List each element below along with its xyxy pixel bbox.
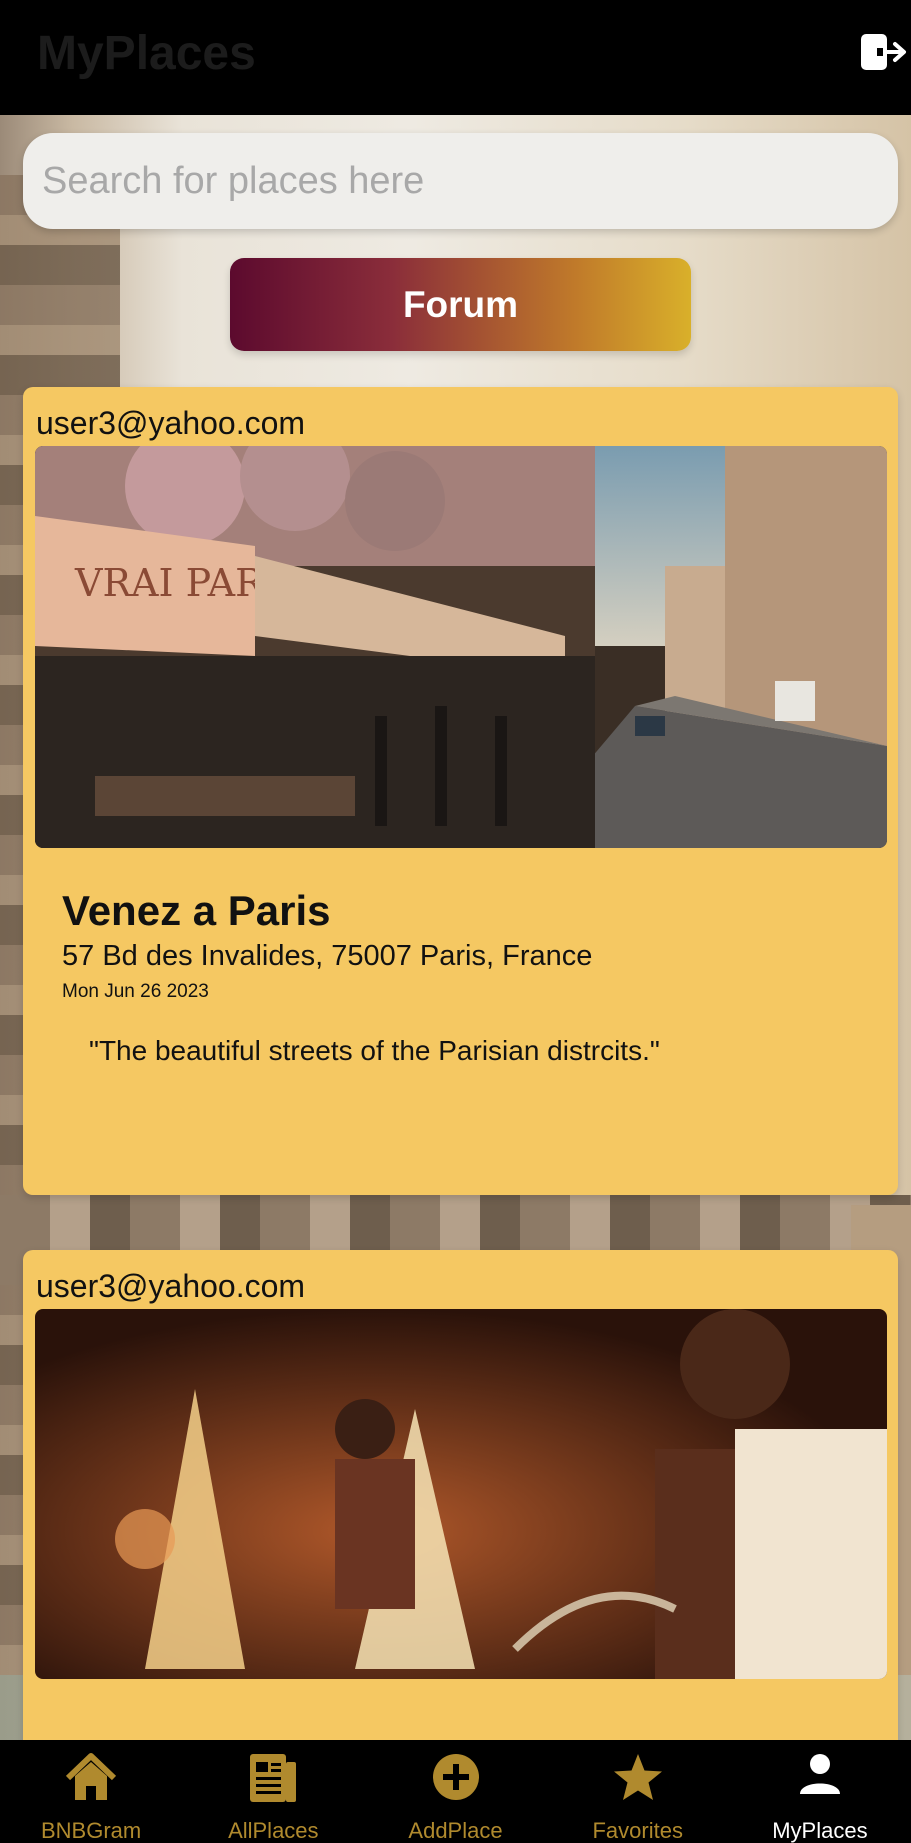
card-user-email: user3@yahoo.com [36,405,306,441]
card-user-email: user3@yahoo.com [36,1268,306,1304]
nav-item-addplace[interactable]: AddPlace [364,1740,546,1843]
nav-label: BNBGram [40,1818,142,1843]
home-icon [66,1753,117,1800]
place-description: "The beautiful streets of the Parisian d… [89,1035,660,1066]
place-card[interactable]: user3@yahoo.com VRAI PARIs Venez a Paris… [23,387,898,1195]
nav-label: AddPlace [408,1818,503,1843]
search-bar[interactable] [23,133,898,229]
add-circle-icon [432,1754,479,1800]
nav-label: AllPlaces [228,1818,319,1843]
nav-item-allplaces[interactable]: AllPlaces [182,1740,364,1843]
place-photo [35,1309,887,1679]
place-address: 57 Bd des Invalides, 75007 Paris, France [62,940,593,972]
place-date: Mon Jun 26 2023 [62,981,209,1002]
nav-item-bnbgram[interactable]: BNBGram [0,1740,182,1843]
person-icon [799,1754,840,1794]
app-header: MyPlaces [0,0,911,115]
place-photo: VRAI PARIs [35,446,887,848]
nav-item-myplaces[interactable]: MyPlaces [729,1740,911,1843]
place-title: Venez a Paris [62,887,331,934]
forum-button[interactable]: Forum [230,258,691,351]
bottom-navigation: BNBGram AllPlaces AddPlace Favorites MyP… [0,1740,911,1843]
nav-item-favorites[interactable]: Favorites [547,1740,729,1843]
nav-label: MyPlaces [772,1818,868,1843]
place-card[interactable]: user3@yahoo.com [23,1250,898,1750]
logout-icon[interactable] [859,30,909,74]
list-icon [250,1754,297,1802]
page-title: MyPlaces [37,27,256,80]
star-icon [613,1754,662,1800]
nav-label: Favorites [592,1818,683,1843]
search-input[interactable] [23,133,898,229]
